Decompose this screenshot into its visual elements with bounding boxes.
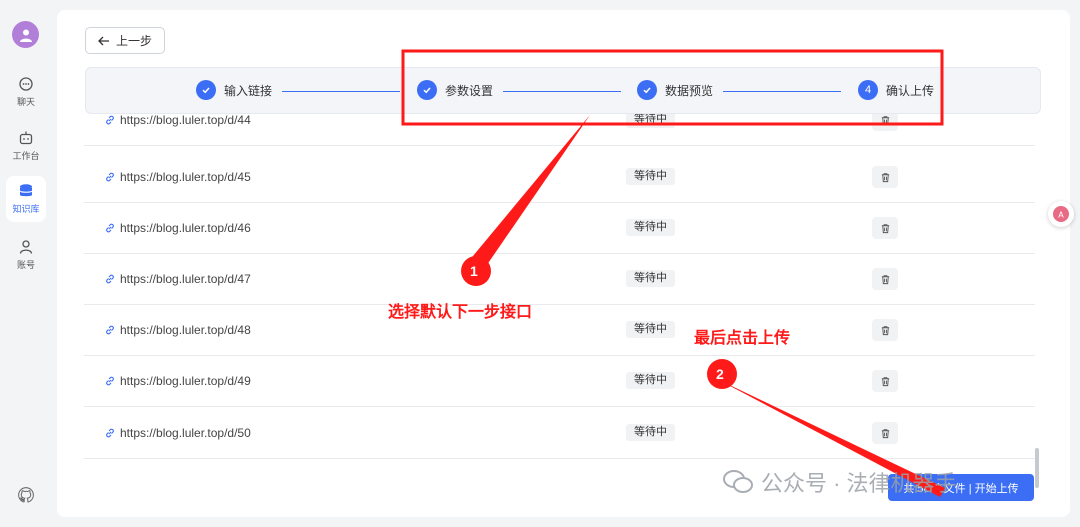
status-badge: 等待中 xyxy=(626,219,675,236)
status-badge: 等待中 xyxy=(626,270,675,287)
link-url[interactable]: https://blog.luler.top/d/50 xyxy=(104,426,251,440)
step-preview: 数据预览 xyxy=(637,80,713,100)
sidebar: 聊天 工作台 知识库 账号 xyxy=(0,0,52,527)
sidebar-item-label: 聊天 xyxy=(16,97,35,107)
watermark-text: 公众号 · 法律机器手 xyxy=(761,471,957,496)
step-label: 确认上传 xyxy=(886,83,935,98)
link-url[interactable]: https://blog.luler.top/d/45 xyxy=(104,170,251,184)
sidebar-item-label: 工作台 xyxy=(12,151,40,161)
check-icon xyxy=(196,80,216,100)
link-url[interactable]: https://blog.luler.top/d/49 xyxy=(104,374,251,388)
delete-button[interactable] xyxy=(872,319,898,341)
trash-icon xyxy=(881,115,889,125)
main-panel: 上一步 https://blog.luler.top/d/44 等待中 http… xyxy=(57,10,1070,517)
step-confirm-upload: 4 确认上传 xyxy=(858,80,934,100)
wechat-icon xyxy=(723,470,753,493)
trash-icon xyxy=(881,274,889,284)
link-url[interactable]: https://blog.luler.top/d/44 xyxy=(104,113,251,127)
url-text: https://blog.luler.top/d/44 xyxy=(120,113,251,127)
delete-button[interactable] xyxy=(872,422,898,444)
link-icon xyxy=(106,274,114,284)
step-label: 数据预览 xyxy=(665,83,714,98)
marker-1-label: 1 xyxy=(470,263,478,279)
avatar-icon xyxy=(19,29,32,42)
github-icon xyxy=(18,487,34,503)
step-connector xyxy=(282,91,400,92)
table-row: https://blog.luler.top/d/46 等待中 xyxy=(84,203,1035,254)
url-text: https://blog.luler.top/d/47 xyxy=(120,272,251,286)
user-avatar[interactable] xyxy=(12,21,39,48)
step-connector xyxy=(723,91,841,92)
sidebar-item-knowledge-base[interactable]: 知识库 xyxy=(6,176,46,222)
url-text: https://blog.luler.top/d/48 xyxy=(120,323,251,337)
status-badge: 等待中 xyxy=(626,168,675,185)
link-icon xyxy=(106,115,114,125)
trash-icon xyxy=(881,223,889,233)
back-button[interactable]: 上一步 xyxy=(85,27,165,54)
delete-button[interactable] xyxy=(872,268,898,290)
status-badge: 等待中 xyxy=(626,372,675,389)
delete-button[interactable] xyxy=(872,217,898,239)
chat-icon xyxy=(19,77,33,91)
step-connector xyxy=(503,91,621,92)
link-icon xyxy=(106,325,114,335)
table-row: https://blog.luler.top/d/47 等待中 xyxy=(84,254,1035,305)
step-label: 参数设置 xyxy=(445,83,494,98)
trash-icon xyxy=(881,428,889,438)
delete-button[interactable] xyxy=(872,166,898,188)
scrollbar[interactable] xyxy=(1035,448,1039,488)
table-row: https://blog.luler.top/d/50 等待中 xyxy=(84,408,1035,459)
robot-icon xyxy=(19,131,33,145)
table-row: https://blog.luler.top/d/48 等待中 xyxy=(84,305,1035,356)
link-icon xyxy=(106,223,114,233)
check-icon xyxy=(417,80,437,100)
step-number: 4 xyxy=(858,80,878,100)
link-url[interactable]: https://blog.luler.top/d/47 xyxy=(104,272,251,286)
translate-icon[interactable]: A xyxy=(1048,201,1074,227)
step-params: 参数设置 xyxy=(417,80,493,100)
url-text: https://blog.luler.top/d/46 xyxy=(120,221,251,235)
back-button-label: 上一步 xyxy=(115,34,152,48)
check-icon xyxy=(637,80,657,100)
sidebar-item-account[interactable]: 账号 xyxy=(6,232,46,278)
link-url[interactable]: https://blog.luler.top/d/46 xyxy=(104,221,251,235)
sidebar-item-workbench[interactable]: 工作台 xyxy=(6,123,46,169)
user-icon xyxy=(19,240,33,254)
delete-button[interactable] xyxy=(872,370,898,392)
annotation-2-text: 最后点击上传 xyxy=(694,330,791,347)
trash-icon xyxy=(881,376,889,386)
step-label: 输入链接 xyxy=(224,83,273,98)
svg-text:A: A xyxy=(1058,211,1064,220)
trash-icon xyxy=(881,172,889,182)
url-text: https://blog.luler.top/d/50 xyxy=(120,426,251,440)
database-icon xyxy=(20,184,32,197)
annotation-1-text: 选择默认下一步接口 xyxy=(388,304,533,321)
table-row: https://blog.luler.top/d/49 等待中 xyxy=(84,356,1035,407)
github-link[interactable] xyxy=(17,486,35,509)
status-badge: 等待中 xyxy=(626,321,675,338)
upload-steps: 输入链接 参数设置 数据预览 4 确认上传 xyxy=(85,67,1041,114)
table-row: https://blog.luler.top/d/45 等待中 xyxy=(84,152,1035,203)
trash-icon xyxy=(881,325,889,335)
link-icon xyxy=(106,428,114,438)
step-input-link: 输入链接 xyxy=(196,80,272,100)
sidebar-item-label: 账号 xyxy=(16,260,35,270)
url-text: https://blog.luler.top/d/45 xyxy=(120,170,251,184)
link-icon xyxy=(106,172,114,182)
url-text: https://blog.luler.top/d/49 xyxy=(120,374,251,388)
sidebar-item-chat[interactable]: 聊天 xyxy=(6,69,46,115)
watermark: 公众号 · 法律机器手 xyxy=(723,466,957,498)
marker-2-label: 2 xyxy=(716,366,724,382)
link-icon xyxy=(106,376,114,386)
arrow-left-icon xyxy=(98,36,109,45)
link-url[interactable]: https://blog.luler.top/d/48 xyxy=(104,323,251,337)
sidebar-item-label: 知识库 xyxy=(12,204,40,214)
status-badge: 等待中 xyxy=(626,424,675,441)
